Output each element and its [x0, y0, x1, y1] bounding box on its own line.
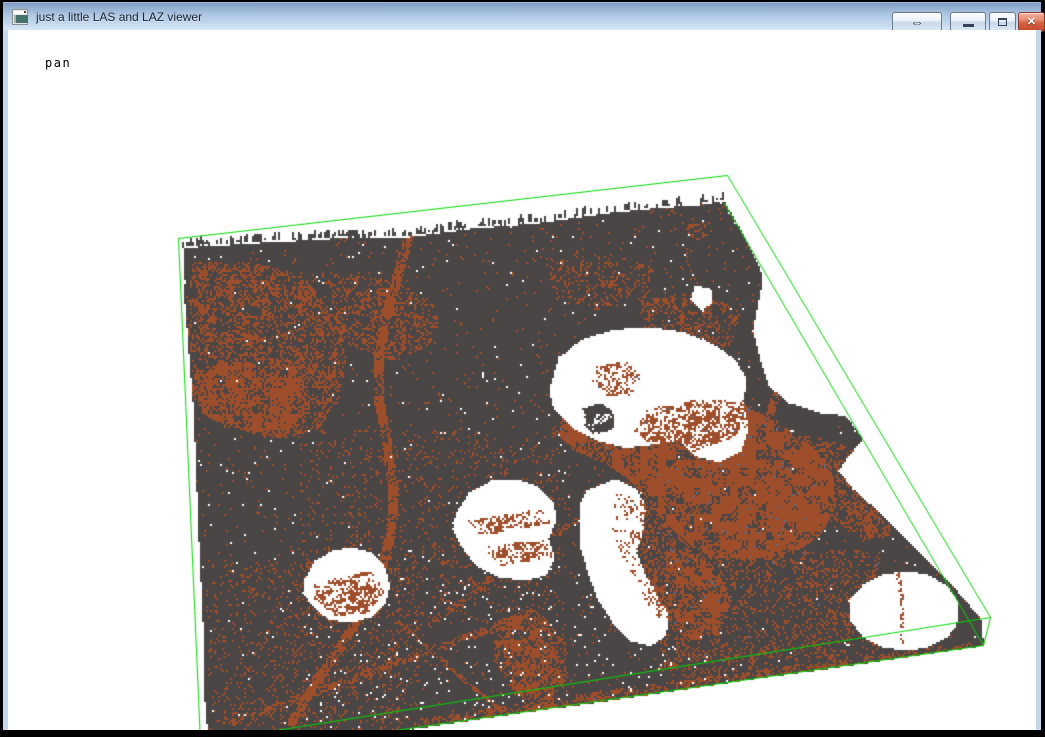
mode-label: pan [45, 56, 71, 70]
window-title: just a little LAS and LAZ viewer [36, 10, 202, 24]
titlebar[interactable]: just a little LAS and LAZ viewer ⇔ ✕ [3, 2, 1041, 30]
screen: { "window": { "title": "just a little LA… [0, 0, 1045, 737]
point-cloud-viewport[interactable] [8, 30, 1036, 730]
app-icon-dot [24, 11, 26, 13]
maximize-icon [990, 13, 1015, 31]
window-client-area: pan [3, 30, 1041, 730]
close-icon: ✕ [1019, 13, 1044, 31]
viewport-surface: pan [8, 30, 1036, 730]
app-window-icon[interactable] [12, 9, 28, 25]
close-button[interactable]: ✕ [1018, 12, 1045, 32]
minimize-button[interactable] [950, 12, 986, 32]
maximize-button[interactable] [989, 12, 1016, 32]
horizontal-arrows-icon: ⇔ [893, 13, 941, 31]
minimize-icon [951, 13, 985, 31]
app-icon-body [14, 15, 28, 23]
horizontal-resize-button[interactable]: ⇔ [892, 12, 942, 32]
